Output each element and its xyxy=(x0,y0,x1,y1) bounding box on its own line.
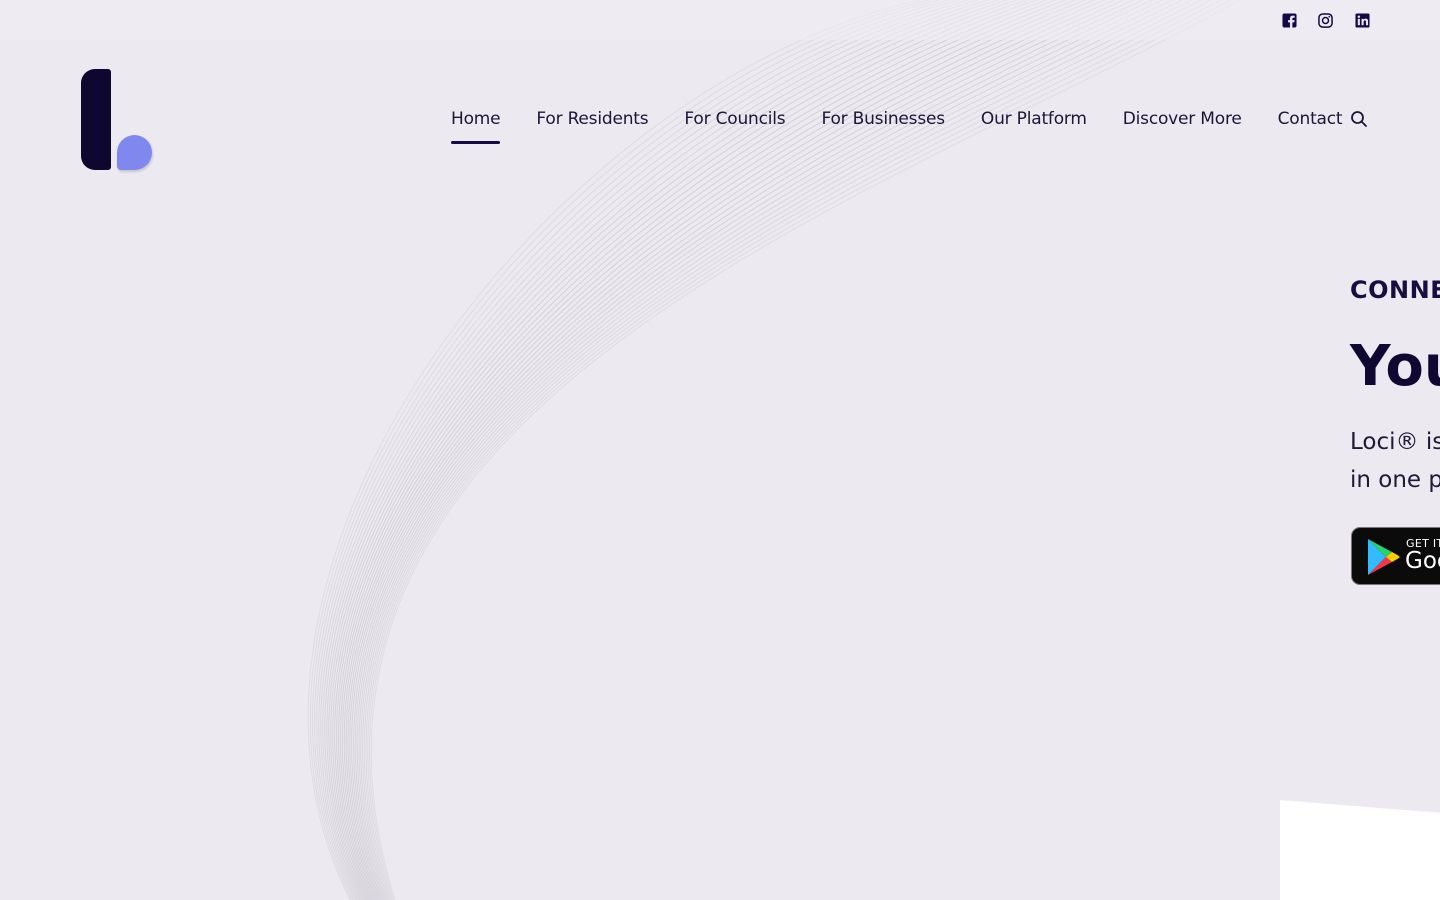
nav-item-for-councils[interactable]: For Councils xyxy=(684,108,785,130)
nav-item-for-businesses[interactable]: For Businesses xyxy=(821,108,945,130)
hero-kicker: CONNE xyxy=(1350,276,1440,304)
hero-description-line-1: Loci® is t xyxy=(1350,429,1440,455)
white-section-edge xyxy=(1280,800,1440,900)
google-play-badge[interactable]: GET IT Goo xyxy=(1351,527,1440,585)
nav-item-discover-more[interactable]: Discover More xyxy=(1123,108,1242,130)
logo-bar xyxy=(81,69,111,170)
nav-item-home[interactable]: Home xyxy=(451,108,501,144)
linkedin-icon[interactable] xyxy=(1353,11,1371,29)
search-icon[interactable] xyxy=(1350,110,1370,130)
facebook-icon[interactable] xyxy=(1280,11,1298,29)
social-bar xyxy=(0,0,1440,40)
badge-store-name: Goo xyxy=(1405,548,1440,574)
nav-item-our-platform[interactable]: Our Platform xyxy=(981,108,1087,130)
loci-logo[interactable] xyxy=(80,68,156,174)
instagram-icon[interactable] xyxy=(1316,11,1334,29)
main-nav: Home For Residents For Councils For Busines… xyxy=(451,108,1378,148)
nav-item-contact[interactable]: Contact xyxy=(1278,108,1343,130)
nav-item-for-residents[interactable]: For Residents xyxy=(536,108,648,130)
logo-dot xyxy=(117,135,152,170)
google-play-icon xyxy=(1368,539,1400,575)
hero-title: You xyxy=(1350,334,1440,399)
hero-description-line-2: in one pl xyxy=(1350,467,1440,493)
page: Home For Residents For Councils For Busines… xyxy=(0,0,1440,900)
hero-description: Loci® is t in one pl xyxy=(1350,423,1440,499)
